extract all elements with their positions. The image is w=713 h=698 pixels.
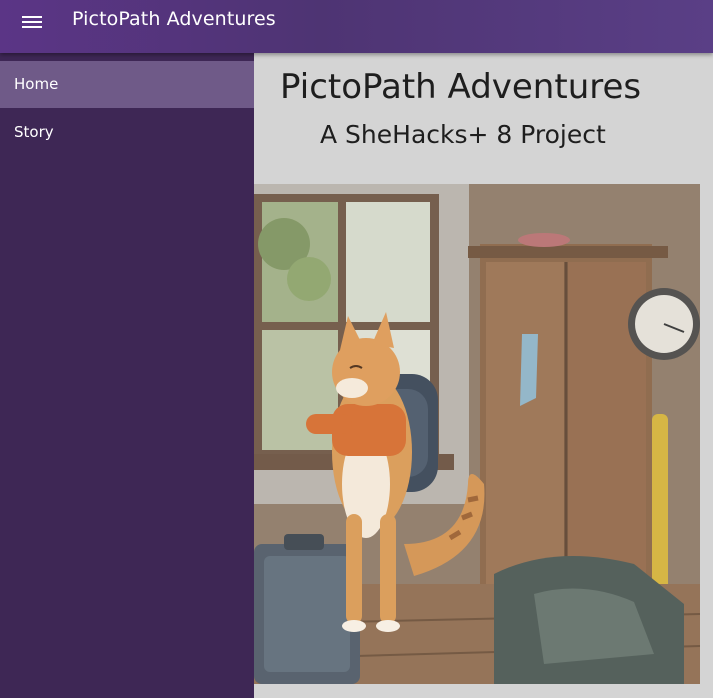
hero-image — [254, 184, 700, 684]
app-bar: PictoPath Adventures — [0, 0, 713, 53]
page-title: PictoPath Adventures — [280, 67, 642, 107]
sidebar-item-story[interactable]: Story — [0, 109, 254, 156]
sidebar: Home Story — [0, 53, 254, 698]
app-title: PictoPath Adventures — [72, 7, 276, 30]
main-content: PictoPath Adventures A SheHacks+ 8 Proje… — [254, 53, 713, 698]
page-subtitle: A SheHacks+ 8 Project — [320, 120, 606, 149]
sidebar-item-home[interactable]: Home — [0, 61, 254, 108]
hamburger-menu-icon[interactable] — [22, 15, 42, 30]
